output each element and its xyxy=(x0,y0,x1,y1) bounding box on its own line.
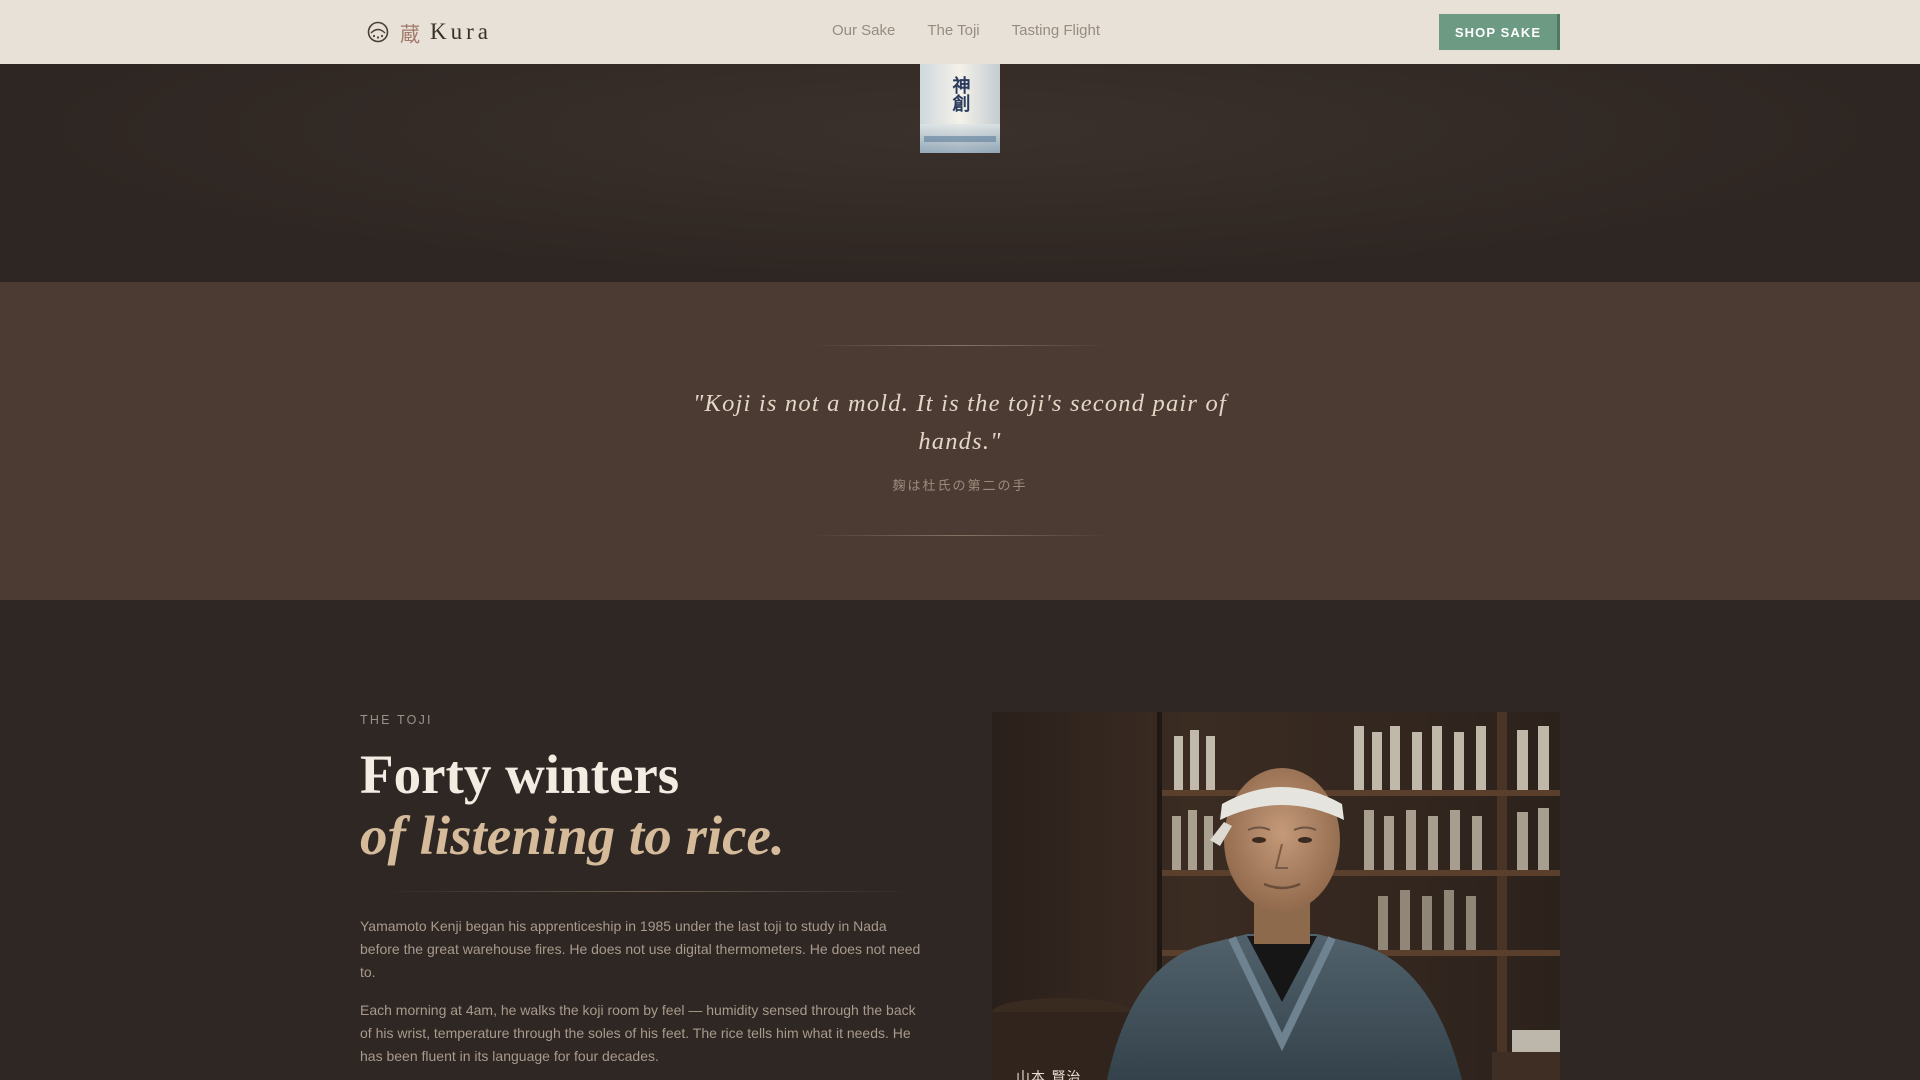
headline-italic: of listening to rice. xyxy=(360,805,785,866)
toji-portrait-image xyxy=(992,712,1560,1080)
brand-logo[interactable]: 蔵 Kura xyxy=(366,18,492,46)
hero-section: 神創 xyxy=(0,64,1920,282)
toji-portrait: 山本 賢治 xyxy=(992,712,1560,1080)
main-nav: Our Sake The Toji Tasting Flight xyxy=(832,22,1100,39)
bio-paragraph-1: Yamamoto Kenji began his apprenticeship … xyxy=(360,918,921,980)
headline-main: Forty winters xyxy=(360,744,680,805)
section-headline: Forty winters of listening to rice. xyxy=(360,744,785,866)
section-divider xyxy=(380,891,920,892)
logo-kanji: 蔵 xyxy=(400,21,420,46)
pull-quote-japanese: 麹は杜氏の第二の手 xyxy=(892,479,1028,494)
portrait-caption: 山本 賢治 xyxy=(1016,1070,1082,1080)
toji-section: THE TOJI Forty winters of listening to r… xyxy=(0,600,1920,1080)
section-eyebrow: THE TOJI xyxy=(360,713,433,727)
quote-divider-top xyxy=(810,345,1110,346)
logo-mark-icon xyxy=(367,21,389,43)
quote-section: "Koji is not a mold. It is the toji's se… xyxy=(0,282,1920,600)
bottle-label-text: 神創 xyxy=(950,75,972,113)
pull-quote: "Koji is not a mold. It is the toji's se… xyxy=(693,390,1227,455)
nav-our-sake[interactable]: Our Sake xyxy=(832,22,895,39)
bio-paragraph-2: Each morning at 4am, he walks the koji r… xyxy=(360,1002,916,1064)
shop-sake-button[interactable]: SHOP SAKE xyxy=(1439,14,1560,50)
nav-tasting-flight[interactable]: Tasting Flight xyxy=(1012,22,1100,39)
site-header: 蔵 Kura Our Sake The Toji Tasting Flight … xyxy=(0,0,1920,64)
nav-the-toji[interactable]: The Toji xyxy=(927,22,979,39)
quote-divider-bottom xyxy=(810,535,1110,536)
sake-bottle-image: 神創 xyxy=(920,64,1000,153)
logo-wordmark: Kura xyxy=(430,19,492,44)
